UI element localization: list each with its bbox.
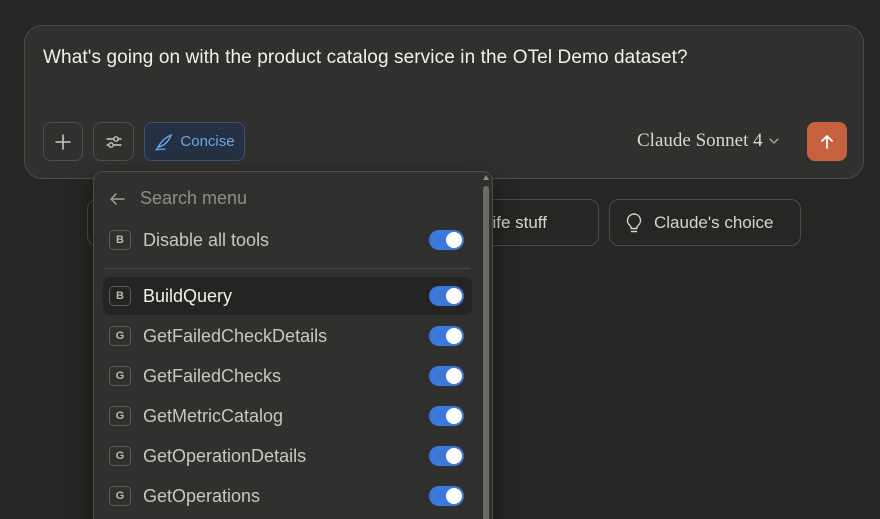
arrow-up-icon xyxy=(821,134,833,149)
lightbulb-icon xyxy=(626,212,642,232)
tool-badge: B xyxy=(109,286,131,306)
tool-badge: G xyxy=(109,486,131,506)
search-menu-placeholder[interactable]: Search menu xyxy=(140,188,247,209)
tool-badge: G xyxy=(109,406,131,426)
tool-toggle[interactable] xyxy=(429,446,464,466)
toggle-knob xyxy=(446,232,462,248)
tool-toggle[interactable] xyxy=(429,366,464,386)
tool-badge: G xyxy=(109,446,131,466)
toggle-knob xyxy=(446,328,462,344)
tool-toggle[interactable] xyxy=(429,286,464,306)
tool-label: GetFailedCheckDetails xyxy=(143,325,328,346)
tool-badge: B xyxy=(109,230,131,250)
toggle-knob xyxy=(446,368,462,384)
tool-label: BuildQuery xyxy=(143,285,233,306)
tool-toggle[interactable] xyxy=(429,486,464,506)
add-button[interactable] xyxy=(43,122,83,161)
tool-badge: G xyxy=(109,326,131,346)
disable-all-tools-label: Disable all tools xyxy=(143,229,270,250)
model-label: Claude Sonnet 4 xyxy=(637,130,763,151)
toggle-knob xyxy=(446,448,462,464)
concise-style-button[interactable]: Concise xyxy=(144,122,245,161)
tool-row-getmetriccatalog[interactable]: G GetMetricCatalog xyxy=(103,397,472,435)
menu-scrollbar[interactable] xyxy=(483,186,489,519)
suggestion-chip-claudes-choice[interactable]: Claude's choice xyxy=(609,199,801,246)
chat-composer: What's going on with the product catalog… xyxy=(24,25,864,179)
tools-options-button[interactable] xyxy=(93,122,134,161)
tool-label: GetOperationDetails xyxy=(143,445,307,466)
plus-icon xyxy=(55,133,71,150)
scroll-up-arrow[interactable] xyxy=(483,175,489,180)
prompt-text[interactable]: What's going on with the product catalog… xyxy=(43,47,688,69)
tool-row-buildquery[interactable]: B BuildQuery xyxy=(103,277,472,315)
tool-label: GetMetricCatalog xyxy=(143,405,284,426)
send-button[interactable] xyxy=(807,122,847,161)
toggle-knob xyxy=(446,408,462,424)
arrow-left-icon[interactable] xyxy=(108,191,126,207)
tool-row-getfailedchecks[interactable]: G GetFailedChecks xyxy=(103,357,472,395)
tool-badge: G xyxy=(109,366,131,386)
suggestion-chip-label: Claude's choice xyxy=(654,212,774,232)
tool-toggle[interactable] xyxy=(429,406,464,426)
model-selector[interactable]: Claude Sonnet 4 xyxy=(637,130,780,152)
disable-all-toggle[interactable] xyxy=(429,230,464,250)
menu-divider xyxy=(104,268,470,269)
chevron-down-icon xyxy=(768,138,779,144)
toggle-knob xyxy=(446,488,462,504)
tool-toggle[interactable] xyxy=(429,326,464,346)
tool-row-getfailedcheckdetails[interactable]: G GetFailedCheckDetails xyxy=(103,317,472,355)
tools-menu: Search menu B Disable all tools B BuildQ… xyxy=(93,171,493,519)
sliders-icon xyxy=(105,135,122,148)
tool-label: GetOperations xyxy=(143,485,261,506)
tool-row-getoperations[interactable]: G GetOperations xyxy=(103,477,472,515)
tool-label: GetFailedChecks xyxy=(143,365,282,386)
toggle-knob xyxy=(446,288,462,304)
menu-search[interactable]: Search menu xyxy=(108,188,247,209)
concise-label: Concise xyxy=(180,133,235,150)
tool-row-getoperationdetails[interactable]: G GetOperationDetails xyxy=(103,437,472,475)
disable-all-tools-row[interactable]: B Disable all tools xyxy=(103,221,472,259)
quill-icon xyxy=(155,133,173,151)
